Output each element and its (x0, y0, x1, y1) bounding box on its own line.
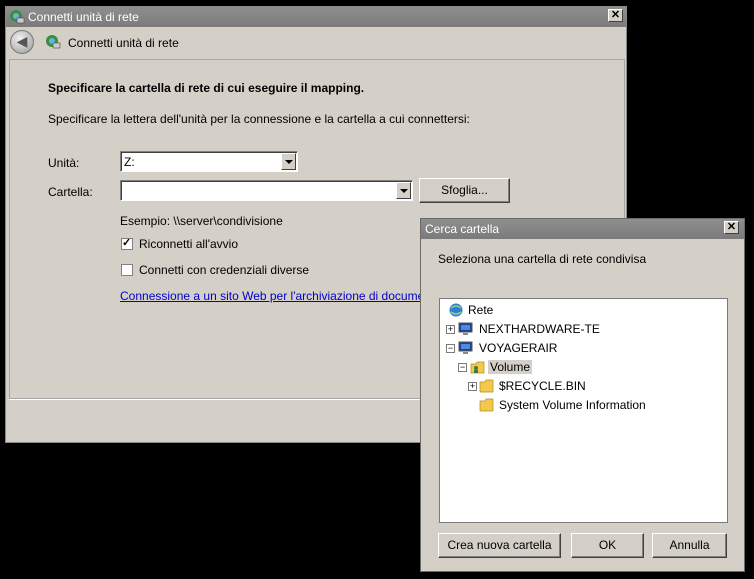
browse-folder-dialog: Cerca cartella ✕ Seleziona una cartella … (420, 218, 745, 572)
folder-icon (479, 398, 494, 412)
tree-label: System Volume Information (499, 398, 646, 412)
collapse-icon[interactable]: − (446, 344, 455, 353)
shared-folder-icon (470, 361, 485, 374)
dialog-description: Seleziona una cartella di rete condivisa (438, 252, 647, 266)
drive-value: Z: (124, 155, 135, 169)
computer-icon (458, 341, 473, 354)
tree-label: NEXTHARDWARE-TE (479, 322, 600, 336)
website-link[interactable]: Connessione a un sito Web per l'archivia… (120, 289, 421, 303)
example-text: Esempio: \\server\condivisione (120, 214, 283, 228)
browse-button[interactable]: Sfoglia... (419, 178, 510, 203)
collapse-icon[interactable]: − (458, 363, 467, 372)
reconnect-checkbox[interactable] (121, 236, 133, 250)
folder-dropdown-button[interactable] (396, 182, 411, 199)
instruction-heading: Specificare la cartella di rete di cui e… (48, 81, 365, 95)
dialog-title-bar: Cerca cartella ✕ (421, 219, 744, 239)
network-icon (449, 303, 463, 317)
tree-label-selected: Volume (488, 360, 533, 374)
new-folder-button[interactable]: Crea nuova cartella (438, 533, 561, 558)
expand-icon[interactable]: + (468, 382, 477, 391)
reconnect-label: Riconnetti all'avvio (139, 237, 239, 251)
tree-label: Rete (468, 303, 494, 317)
title-bar: Connetti unità di rete ✕ (6, 7, 626, 27)
credentials-label: Connetti con credenziali diverse (139, 263, 310, 277)
drive-dropdown-button[interactable] (281, 153, 296, 170)
tree-label: VOYAGERAIR (479, 341, 558, 355)
folder-label: Cartella: (48, 185, 93, 199)
computer-icon (458, 322, 473, 335)
expand-icon[interactable]: + (446, 325, 455, 334)
credentials-checkbox[interactable] (121, 264, 133, 276)
window-title: Connetti unità di rete (28, 10, 139, 24)
drive-label: Unità: (48, 156, 80, 170)
ok-button[interactable]: OK (571, 533, 644, 558)
close-button[interactable]: ✕ (608, 9, 623, 22)
tree-label: $RECYCLE.BIN (499, 379, 586, 393)
back-arrow-icon: ◀ (16, 33, 28, 49)
folder-combobox[interactable] (120, 180, 413, 201)
folder-tree[interactable]: Rete + NEXTHARDWARE-TE − VOYAGERAIR − Vo… (439, 298, 728, 523)
instruction-text: Specificare la lettera dell'unità per la… (48, 112, 470, 126)
dialog-title: Cerca cartella (425, 222, 500, 236)
folder-icon (479, 379, 494, 393)
drive-select[interactable]: Z: (120, 151, 298, 172)
network-drive-icon (10, 10, 25, 24)
nav-bar: ◀ Connetti unità di rete (6, 27, 626, 57)
cancel-button[interactable]: Annulla (652, 533, 727, 558)
dialog-close-button[interactable]: ✕ (724, 221, 739, 234)
back-button[interactable]: ◀ (10, 30, 34, 54)
network-drive-icon (46, 35, 61, 49)
wizard-heading: Connetti unità di rete (68, 36, 179, 50)
